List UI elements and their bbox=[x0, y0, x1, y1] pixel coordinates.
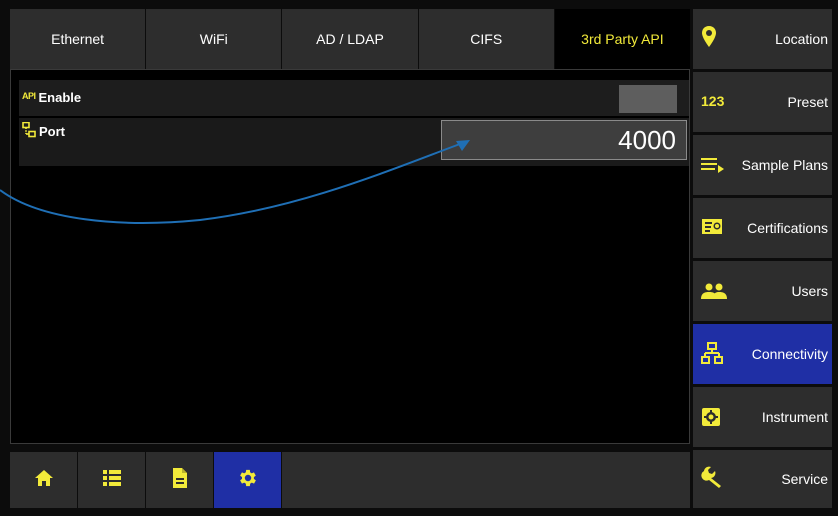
tab-ad-ldap[interactable]: AD / LDAP bbox=[282, 9, 419, 69]
sidebar-item-label: Preset bbox=[787, 94, 828, 110]
bottom-toolbar bbox=[10, 452, 690, 508]
sidebar-item-preset[interactable]: 123 Preset bbox=[693, 72, 832, 132]
enable-toggle[interactable] bbox=[619, 85, 677, 113]
sidebar-item-label: Service bbox=[781, 471, 828, 487]
settings-button[interactable] bbox=[214, 452, 281, 508]
port-label-group: Port bbox=[22, 121, 65, 141]
sidebar-item-label: Instrument bbox=[761, 409, 828, 425]
number-123-icon: 123 bbox=[701, 93, 725, 109]
settings-panel: API Enable Port 4000 bbox=[10, 69, 690, 444]
sidebar-item-users[interactable]: Users bbox=[693, 261, 832, 321]
port-input[interactable]: 4000 bbox=[441, 120, 687, 160]
port-row: Port 4000 bbox=[19, 118, 689, 166]
users-icon bbox=[701, 283, 727, 302]
network-icon bbox=[701, 342, 723, 369]
tab-3rd-party-api[interactable]: 3rd Party API bbox=[554, 9, 691, 69]
api-icon: API bbox=[22, 90, 36, 101]
instrument-icon bbox=[701, 407, 721, 430]
sidebar-item-certifications[interactable]: Certifications bbox=[693, 198, 832, 258]
location-pin-icon bbox=[701, 25, 717, 52]
home-button[interactable] bbox=[10, 452, 77, 508]
sidebar-item-label: Sample Plans bbox=[741, 157, 828, 173]
gear-icon bbox=[237, 467, 259, 494]
network-port-icon bbox=[22, 121, 36, 141]
list-icon bbox=[102, 469, 122, 492]
document-button[interactable] bbox=[146, 452, 213, 508]
sidebar-item-label: Connectivity bbox=[751, 346, 828, 362]
enable-label-group: API Enable bbox=[22, 90, 81, 105]
home-icon bbox=[34, 468, 54, 493]
sidebar-item-connectivity[interactable]: Connectivity bbox=[693, 324, 832, 384]
sidebar-item-label: Certifications bbox=[747, 220, 828, 236]
sidebar-item-label: Location bbox=[775, 31, 828, 47]
tab-ethernet[interactable]: Ethernet bbox=[10, 9, 147, 69]
sidebar-item-service[interactable]: Service bbox=[693, 450, 832, 508]
sidebar-item-instrument[interactable]: Instrument bbox=[693, 387, 832, 447]
list-arrow-icon bbox=[701, 157, 725, 176]
toolbar-empty-area bbox=[282, 452, 690, 508]
wrench-icon bbox=[701, 464, 725, 491]
document-icon bbox=[172, 467, 188, 494]
enable-row: API Enable bbox=[19, 80, 689, 116]
enable-label: Enable bbox=[38, 90, 82, 105]
tab-wifi[interactable]: WiFi bbox=[146, 9, 283, 69]
sidebar-item-sample-plans[interactable]: Sample Plans bbox=[693, 135, 832, 195]
list-button[interactable] bbox=[78, 452, 145, 508]
tab-bar: Ethernet WiFi AD / LDAP CIFS 3rd Party A… bbox=[10, 9, 691, 69]
settings-screen: Ethernet WiFi AD / LDAP CIFS 3rd Party A… bbox=[0, 0, 838, 516]
certificate-icon bbox=[701, 218, 723, 241]
sidebar-item-label: Users bbox=[791, 283, 828, 299]
tab-cifs[interactable]: CIFS bbox=[418, 9, 555, 69]
port-label: Port bbox=[39, 124, 65, 139]
sidebar-item-location[interactable]: Location bbox=[693, 9, 832, 69]
